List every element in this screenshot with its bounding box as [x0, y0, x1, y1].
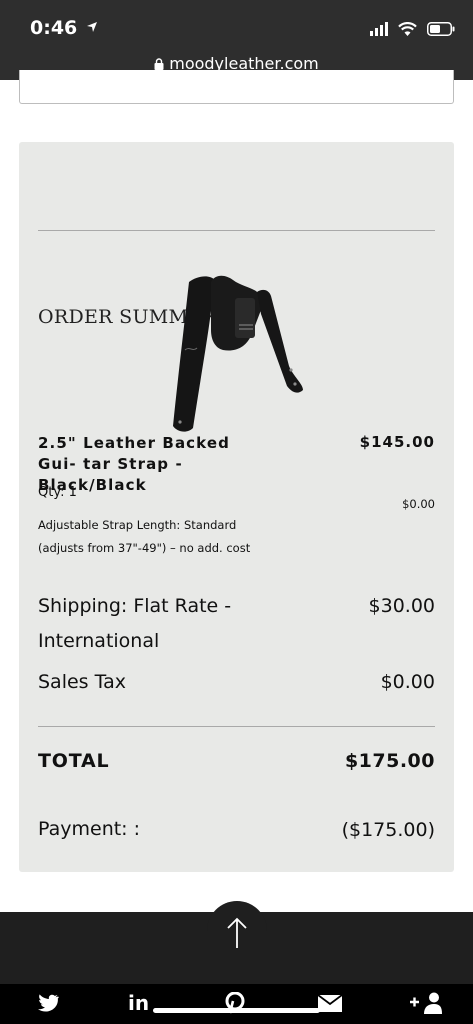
- battery-icon: [427, 22, 455, 36]
- payment-label: Payment: :: [38, 818, 141, 840]
- status-bar: 0:46 moodyleather.com: [0, 0, 473, 80]
- product-price: $145.00: [359, 433, 435, 451]
- email-icon[interactable]: [318, 992, 342, 1014]
- add-contact-icon[interactable]: [410, 992, 442, 1014]
- product-image[interactable]: [165, 266, 310, 436]
- twitter-icon[interactable]: [37, 992, 59, 1014]
- status-icons: [370, 19, 455, 39]
- divider: [38, 230, 435, 231]
- payment-value: ($175.00): [341, 819, 435, 841]
- scroll-to-top-button[interactable]: [207, 901, 267, 961]
- lock-icon: [154, 58, 164, 70]
- shipping-value: $30.00: [368, 595, 435, 617]
- divider: [38, 726, 435, 727]
- option-price: $0.00: [402, 497, 435, 511]
- product-option: Adjustable Strap Length: Standard (adjus…: [38, 518, 251, 555]
- location-arrow-icon: [86, 22, 97, 32]
- linkedin-icon[interactable]: in: [128, 991, 149, 1015]
- sales-tax-label: Sales Tax: [38, 671, 126, 693]
- arrow-up-icon: [227, 917, 247, 948]
- status-time: 0:46: [30, 17, 98, 39]
- home-indicator: [153, 1008, 320, 1013]
- total-value: $175.00: [344, 750, 435, 772]
- previous-section-card: [19, 70, 454, 104]
- product-quantity: Qty: 1: [38, 485, 77, 500]
- total-label: TOTAL: [38, 750, 110, 772]
- cellular-signal-icon: [370, 22, 388, 36]
- wifi-icon: [398, 22, 417, 36]
- shipping-label: Shipping: Flat Rate - International: [38, 595, 232, 652]
- sales-tax-value: $0.00: [380, 671, 435, 693]
